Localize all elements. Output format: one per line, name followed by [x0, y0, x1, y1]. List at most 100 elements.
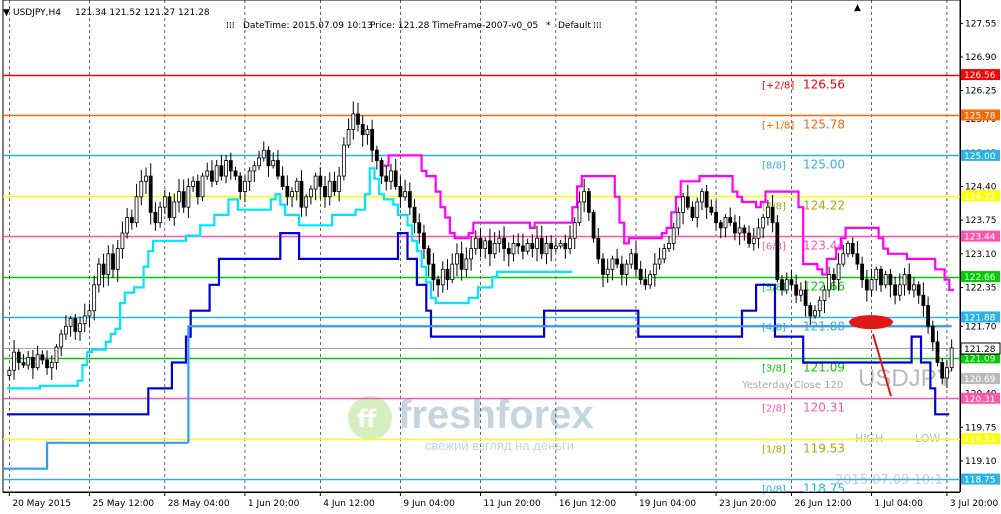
candle-body [12, 351, 16, 371]
candle-body [327, 180, 332, 198]
candle-body [685, 196, 690, 208]
candle-body [652, 263, 657, 275]
candle-body [54, 346, 59, 363]
candle-body [940, 362, 945, 379]
candle-body [407, 191, 412, 208]
annotation-ellipse [849, 315, 893, 330]
candle-body [737, 227, 742, 234]
candle-body [770, 206, 775, 224]
murrey-level-value: 118.75 [803, 482, 845, 496]
candle-body [158, 206, 163, 224]
candle-body [299, 180, 304, 208]
candle-body [412, 206, 417, 224]
candle-body [167, 196, 172, 218]
symbol-dropdown-icon[interactable]: ▼ [3, 8, 10, 18]
separator-dots-left: ⁞⁞⁞ [226, 21, 235, 31]
candle-body [172, 201, 177, 218]
candle-body [389, 170, 393, 182]
candle-body [261, 149, 266, 159]
daily-level-line-lower [3, 441, 189, 470]
level-price-tag-label: 121.88 [964, 313, 996, 323]
candle-body [671, 227, 676, 244]
candle-body [945, 367, 949, 379]
price-tick-label: 126.25 [965, 87, 997, 97]
candle-body [860, 263, 865, 281]
candle-body [238, 175, 243, 193]
preset-label: Default [558, 21, 591, 31]
candle-body [695, 201, 700, 218]
candle-body [511, 243, 516, 255]
time-tick-label: 20 May 2015 [12, 499, 71, 509]
candle-body [798, 289, 803, 296]
candle-body [817, 299, 822, 312]
chart-canvas[interactable]: ff freshforexсвежий взгляд на деньгиUSDJP… [0, 0, 1001, 514]
level-price-tag-label: 121.09 [964, 354, 996, 364]
candle-body [747, 232, 751, 244]
candle-body [846, 243, 850, 255]
candle-body [111, 253, 115, 270]
price-tick-label: 122.35 [965, 283, 997, 293]
candle-body [21, 362, 26, 366]
time-tick-label: 1 Jun 20:00 [248, 499, 300, 509]
murrey-level-label: [+2/8] [762, 81, 794, 92]
candle-body [40, 354, 45, 361]
candle-body [450, 263, 455, 281]
candle-body [563, 243, 568, 249]
murrey-level-value: 125.00 [803, 158, 845, 172]
candle-body [87, 310, 92, 317]
price-tick-label: 123.10 [965, 250, 997, 260]
candle-body [544, 243, 549, 255]
candle-body [341, 144, 346, 177]
candle-body [506, 248, 511, 255]
candle-body [643, 279, 648, 286]
candle-body [210, 170, 214, 182]
murrey-level-value: 120.31 [803, 401, 845, 415]
watermark-datetime: 2015.07.09 10:1 [835, 473, 943, 488]
candle-body [761, 217, 766, 229]
candle-body [243, 180, 247, 193]
candle-body [370, 129, 375, 151]
candle-body [765, 206, 770, 218]
candle-body [426, 248, 431, 265]
candle-body [497, 237, 502, 244]
candle-body [728, 217, 733, 224]
candle-body [35, 354, 40, 369]
candle-body [615, 258, 620, 265]
candle-body [549, 243, 554, 249]
candle-body [290, 191, 294, 198]
time-tick-label: 4 Jun 12:00 [323, 499, 375, 509]
candle-body [930, 325, 935, 343]
candle-body [181, 191, 186, 208]
candle-body [228, 160, 233, 172]
candle-body [897, 284, 902, 296]
candle-body [148, 175, 153, 213]
candle-body [374, 149, 379, 161]
candle-body [855, 253, 860, 265]
candle-body [478, 237, 483, 249]
candle-body [935, 341, 940, 363]
candle-body [539, 237, 544, 255]
candle-body [224, 160, 228, 177]
candle-body [365, 129, 370, 136]
candle-body [756, 227, 761, 239]
candle-body [436, 279, 440, 286]
murrey-level-value: 123.44 [803, 239, 845, 253]
candle-body [280, 175, 285, 187]
candle-body [831, 274, 836, 281]
candle-body [700, 191, 704, 203]
candle-body [68, 318, 73, 327]
candle-body [879, 268, 883, 286]
candle-body [629, 253, 634, 265]
candle-body [78, 323, 82, 332]
candle-body [459, 253, 464, 270]
candle-body [195, 180, 200, 198]
candle-body [233, 170, 238, 177]
low-label: LOW [915, 432, 940, 445]
chart-options-icon[interactable]: ▲ [854, 3, 861, 13]
candle-body [568, 237, 572, 249]
level-price-tag-label: 125.00 [964, 152, 996, 162]
candle-body [49, 362, 54, 369]
candle-body [257, 157, 261, 167]
candle-body [393, 170, 398, 187]
time-tick-label: 16 Jun 12:00 [559, 499, 616, 509]
